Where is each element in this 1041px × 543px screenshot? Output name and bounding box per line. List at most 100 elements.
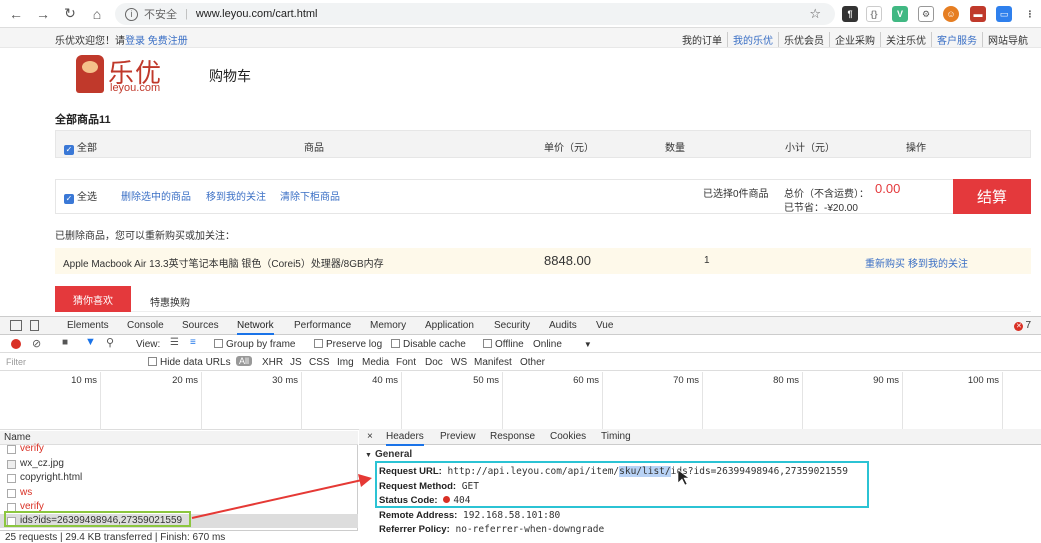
deleted-follow-link[interactable]: 移到我的关注	[908, 255, 968, 270]
request-row[interactable]: wx_cz.jpg	[0, 457, 358, 471]
tab-response[interactable]: Response	[490, 431, 535, 442]
checkout-button[interactable]: 结算	[953, 179, 1031, 214]
clear-removed-link[interactable]: 清除下柜商品	[280, 188, 340, 203]
tab-console[interactable]: Console	[127, 320, 164, 331]
filter-icon[interactable]: ▼	[85, 336, 96, 348]
search-icon[interactable]: ⚲	[106, 336, 114, 349]
type-filter-js[interactable]: JS	[290, 357, 302, 368]
vue-devtools-icon[interactable]: V	[892, 6, 908, 22]
rebuy-link[interactable]: 重新购买	[865, 255, 905, 270]
tab-headers[interactable]: Headers	[386, 431, 424, 446]
tab-elements[interactable]: Elements	[67, 320, 109, 331]
delete-selected-link[interactable]: 删除选中的商品	[121, 188, 191, 203]
offline-checkbox[interactable]: Offline	[483, 339, 524, 350]
extension-icon[interactable]: ☺	[943, 6, 959, 22]
tick-label: 60 ms	[573, 375, 599, 386]
back-arrow-icon[interactable]: ←	[5, 3, 27, 25]
link-enterprise[interactable]: 企业采购	[830, 32, 881, 47]
type-filter-all[interactable]: All	[236, 356, 253, 366]
forward-arrow-icon[interactable]: →	[32, 3, 54, 25]
link-follow[interactable]: 关注乐优	[881, 32, 932, 47]
mascot-icon	[76, 55, 104, 93]
tab-vue[interactable]: Vue	[596, 320, 613, 331]
throttle-select[interactable]: Online ▼	[533, 339, 592, 350]
reload-icon[interactable]: ↻	[59, 3, 81, 25]
request-name: wx_cz.jpg	[20, 458, 64, 469]
tick-label: 30 ms	[272, 375, 298, 386]
hide-data-urls-checkbox[interactable]: Hide data URLs	[148, 357, 231, 368]
type-filter-xhr[interactable]: XHR	[262, 357, 283, 368]
link-my-orders[interactable]: 我的订单	[677, 32, 728, 47]
large-rows-icon[interactable]: ☰	[170, 337, 179, 348]
info-icon[interactable]: i	[125, 7, 138, 21]
tab-application[interactable]: Application	[425, 320, 474, 331]
network-timeline[interactable]: 10 ms 20 ms 30 ms 40 ms 50 ms 60 ms 70 m…	[0, 372, 1041, 430]
record-icon[interactable]	[11, 339, 21, 349]
camera-icon[interactable]: ■	[62, 337, 68, 348]
filter-input[interactable]: Filter	[4, 356, 134, 369]
extension-icon[interactable]: ▬	[970, 6, 986, 22]
home-icon[interactable]: ⌂	[86, 3, 108, 25]
checkbox-icon[interactable]	[148, 357, 157, 366]
close-detail-icon[interactable]: ×	[367, 431, 373, 442]
select-all-header[interactable]: ✓ 全部	[64, 139, 97, 155]
tab-preview[interactable]: Preview	[440, 431, 476, 442]
group-by-frame-checkbox[interactable]: Group by frame	[214, 339, 295, 350]
link-customer-service[interactable]: 客户服务	[932, 32, 983, 47]
menu-icon[interactable]: ⋮	[1022, 6, 1038, 22]
type-filter-ws[interactable]: WS	[451, 357, 467, 368]
extension-icon[interactable]: ¶	[842, 6, 858, 22]
tab-performance[interactable]: Performance	[294, 320, 351, 331]
tab-cookies[interactable]: Cookies	[550, 431, 586, 442]
request-row[interactable]: ws	[0, 486, 358, 500]
type-filter-media[interactable]: Media	[362, 357, 389, 368]
type-filter-other[interactable]: Other	[520, 357, 545, 368]
extension-icon[interactable]: {}	[866, 6, 882, 22]
device-toggle-icon[interactable]	[30, 320, 39, 331]
tab-audits[interactable]: Audits	[549, 320, 577, 331]
tab-network[interactable]: Network	[237, 320, 274, 335]
inspect-element-icon[interactable]	[10, 320, 22, 331]
tab-sources[interactable]: Sources	[182, 320, 219, 331]
tab-security[interactable]: Security	[494, 320, 530, 331]
link-membership[interactable]: 乐优会员	[779, 32, 830, 47]
checkbox-icon[interactable]	[214, 339, 223, 348]
link-my-leyou[interactable]: 我的乐优	[728, 32, 779, 47]
site-logo[interactable]: 乐优 leyou.com	[76, 53, 176, 95]
extension-icon[interactable]: ▭	[996, 6, 1012, 22]
move-to-follow-link[interactable]: 移到我的关注	[206, 188, 266, 203]
checkbox-checked-icon[interactable]: ✓	[64, 145, 74, 155]
tab-memory[interactable]: Memory	[370, 320, 406, 331]
tab-guess-you-like[interactable]: 猜你喜欢	[55, 286, 131, 312]
request-row[interactable]: verify	[0, 442, 358, 456]
type-filter-font[interactable]: Font	[396, 357, 416, 368]
select-all-footer[interactable]: ✓ 全选	[64, 188, 97, 204]
clear-icon[interactable]: ⊘	[32, 337, 41, 350]
register-link[interactable]: 免费注册	[148, 36, 188, 47]
address-url[interactable]: www.leyou.com/cart.html	[196, 8, 318, 20]
disable-cache-checkbox[interactable]: Disable cache	[391, 339, 466, 350]
type-filter-manifest[interactable]: Manifest	[474, 357, 512, 368]
general-section[interactable]: ▼ General	[365, 449, 412, 460]
request-row[interactable]: copyright.html	[0, 471, 358, 485]
tab-timing[interactable]: Timing	[601, 431, 631, 442]
timeline-tick: 10 ms	[0, 372, 101, 430]
checkbox-icon[interactable]	[483, 339, 492, 348]
preserve-log-checkbox[interactable]: Preserve log	[314, 339, 382, 350]
tab-special-offer[interactable]: 特惠换购	[150, 294, 190, 309]
type-filter-doc[interactable]: Doc	[425, 357, 443, 368]
checkbox-icon[interactable]	[314, 339, 323, 348]
checkbox-icon[interactable]	[391, 339, 400, 348]
error-count-badge[interactable]: ✕ 7	[1014, 320, 1031, 331]
extension-icon[interactable]: ⚙	[918, 6, 934, 22]
checkbox-checked-icon[interactable]: ✓	[64, 194, 74, 204]
page-title: 购物车	[209, 68, 251, 84]
link-site-nav[interactable]: 网站导航	[983, 32, 1033, 47]
bookmark-star-icon[interactable]: ☆	[809, 6, 821, 22]
address-bar[interactable]: i 不安全 | www.leyou.com/cart.html ☆	[115, 3, 835, 25]
deleted-product-name[interactable]: Apple Macbook Air 13.3英寸笔记本电脑 银色（Corei5）…	[63, 255, 384, 270]
type-filter-img[interactable]: Img	[337, 357, 354, 368]
waterfall-icon[interactable]: ≡	[190, 337, 196, 348]
type-filter-css[interactable]: CSS	[309, 357, 330, 368]
login-link[interactable]: 登录	[125, 36, 145, 47]
